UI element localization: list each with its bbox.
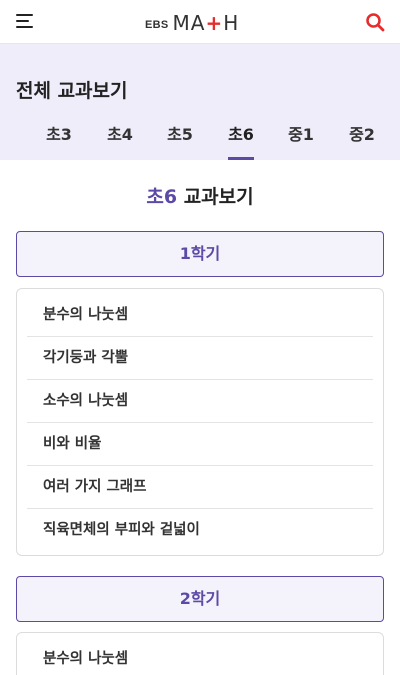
logo-letter-h: H: [223, 11, 240, 35]
logo-plus: +: [205, 11, 224, 35]
logo-ebs-text: EBS: [145, 19, 169, 31]
search-icon[interactable]: [364, 11, 386, 33]
list-item[interactable]: 직육면체의 부피와 겉넓이: [27, 509, 373, 552]
list-item[interactable]: 여러 가지 그래프: [27, 466, 373, 509]
list-item[interactable]: 소수의 나눗셈: [27, 380, 373, 423]
tab-grade-3[interactable]: 초3: [29, 122, 89, 160]
page-title-grade: 초6: [146, 186, 178, 208]
logo-letter-m: M: [172, 11, 191, 35]
tab-grade-5[interactable]: 초5: [150, 122, 210, 160]
ebs-math-logo[interactable]: EBS MA+H: [145, 8, 239, 34]
list-item[interactable]: 분수의 나눗셈: [27, 638, 373, 675]
semester-2-unit-list: 분수의 나눗셈: [16, 632, 384, 675]
category-title: 전체 교과보기: [16, 80, 128, 102]
tab-middle-1[interactable]: 중1: [271, 122, 331, 160]
list-item[interactable]: 비와 비율: [27, 423, 373, 466]
search-icon-svg: [366, 13, 385, 32]
menu-line: [16, 26, 33, 28]
semester-2-button[interactable]: 2학기: [16, 576, 384, 622]
tab-grade-6[interactable]: 초6: [211, 122, 271, 160]
logo-letter-a: A: [190, 11, 206, 35]
category-panel: 전체 교과보기 초3 초4 초5 초6 중1 중2: [0, 44, 400, 160]
menu-line: [16, 20, 29, 22]
grade-tabs: 초3 초4 초5 초6 중1 중2: [0, 122, 400, 160]
list-item[interactable]: 분수의 나눗셈: [27, 294, 373, 337]
page-title-text: 교과보기: [183, 186, 254, 208]
tab-middle-2[interactable]: 중2: [332, 122, 392, 160]
list-item[interactable]: 각기둥과 각뿔: [27, 337, 373, 380]
tab-grade-4[interactable]: 초4: [90, 122, 150, 160]
page-title: 초6 교과보기: [0, 182, 400, 209]
top-header: EBS MA+H: [0, 0, 400, 44]
menu-line: [16, 14, 33, 16]
hamburger-menu-icon[interactable]: [14, 11, 36, 33]
semester-1-unit-list: 분수의 나눗셈 각기둥과 각뿔 소수의 나눗셈 비와 비율 여러 가지 그래프 …: [16, 288, 384, 556]
semester-1-button[interactable]: 1학기: [16, 231, 384, 277]
logo-math-text: MA+H: [173, 12, 240, 34]
